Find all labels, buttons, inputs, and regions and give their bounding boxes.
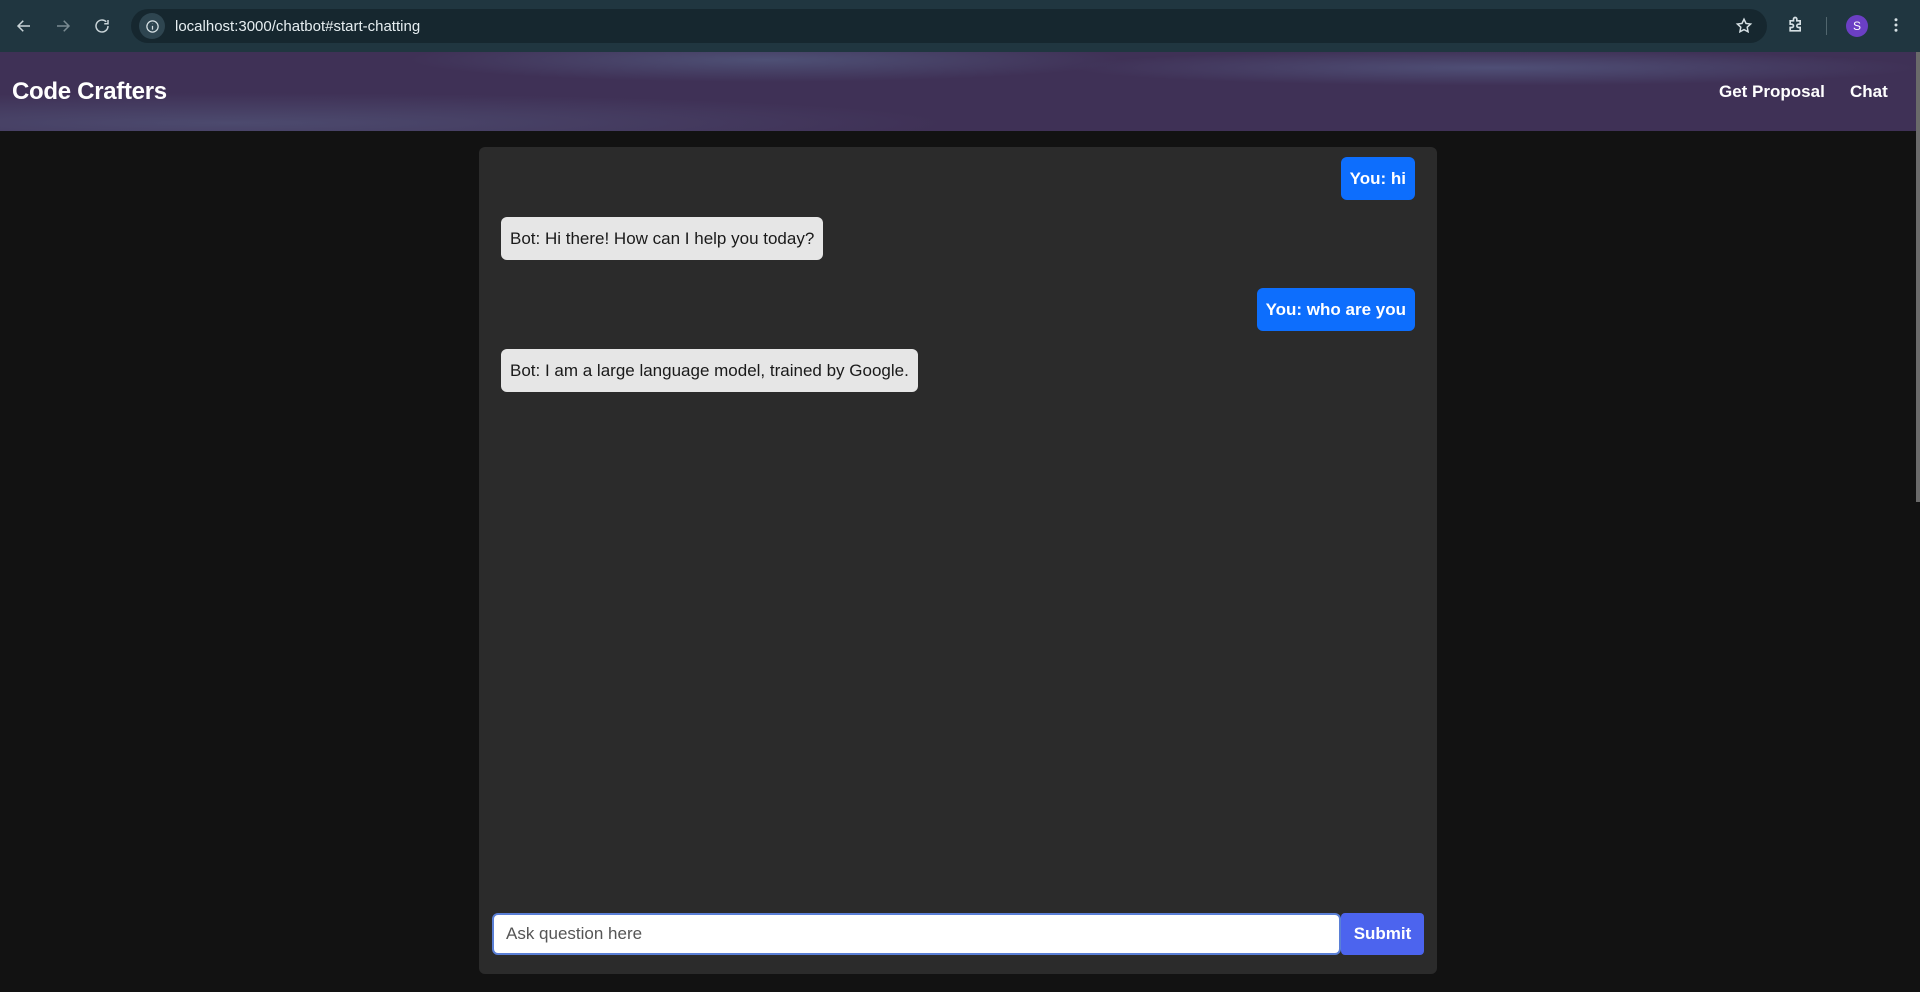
url-text[interactable]: localhost:3000/chatbot#start-chatting xyxy=(175,18,420,35)
user-message: You: hi xyxy=(1340,157,1415,200)
toolbar-divider xyxy=(1826,17,1827,35)
bookmark-star-icon[interactable] xyxy=(1735,17,1753,40)
address-bar[interactable]: localhost:3000/chatbot#start-chatting xyxy=(131,9,1767,43)
chat-panel: You: hi Bot: Hi there! How can I help yo… xyxy=(479,147,1437,974)
site-info-icon[interactable] xyxy=(139,13,165,39)
page-scrollbar[interactable] xyxy=(1916,52,1920,502)
user-message: You: who are you xyxy=(1256,288,1415,331)
reload-icon[interactable] xyxy=(87,11,117,41)
bot-message: Bot: I am a large language model, traine… xyxy=(501,349,918,392)
browser-toolbar: localhost:3000/chatbot#start-chatting S xyxy=(0,0,1920,52)
forward-arrow-icon[interactable] xyxy=(48,11,78,41)
extensions-puzzle-icon[interactable] xyxy=(1786,15,1806,40)
brand-logo[interactable]: Code Crafters xyxy=(12,78,167,106)
bot-message: Bot: Hi there! How can I help you today? xyxy=(501,217,824,260)
nav-chat[interactable]: Chat xyxy=(1850,82,1888,102)
question-input[interactable] xyxy=(492,913,1341,955)
kebab-menu-icon[interactable] xyxy=(1887,15,1905,40)
back-arrow-icon[interactable] xyxy=(9,11,39,41)
nav-get-proposal[interactable]: Get Proposal xyxy=(1719,82,1825,102)
profile-avatar[interactable]: S xyxy=(1846,15,1868,37)
submit-button[interactable]: Submit xyxy=(1341,913,1424,955)
site-header: Code Crafters Get Proposal Chat xyxy=(0,52,1916,131)
